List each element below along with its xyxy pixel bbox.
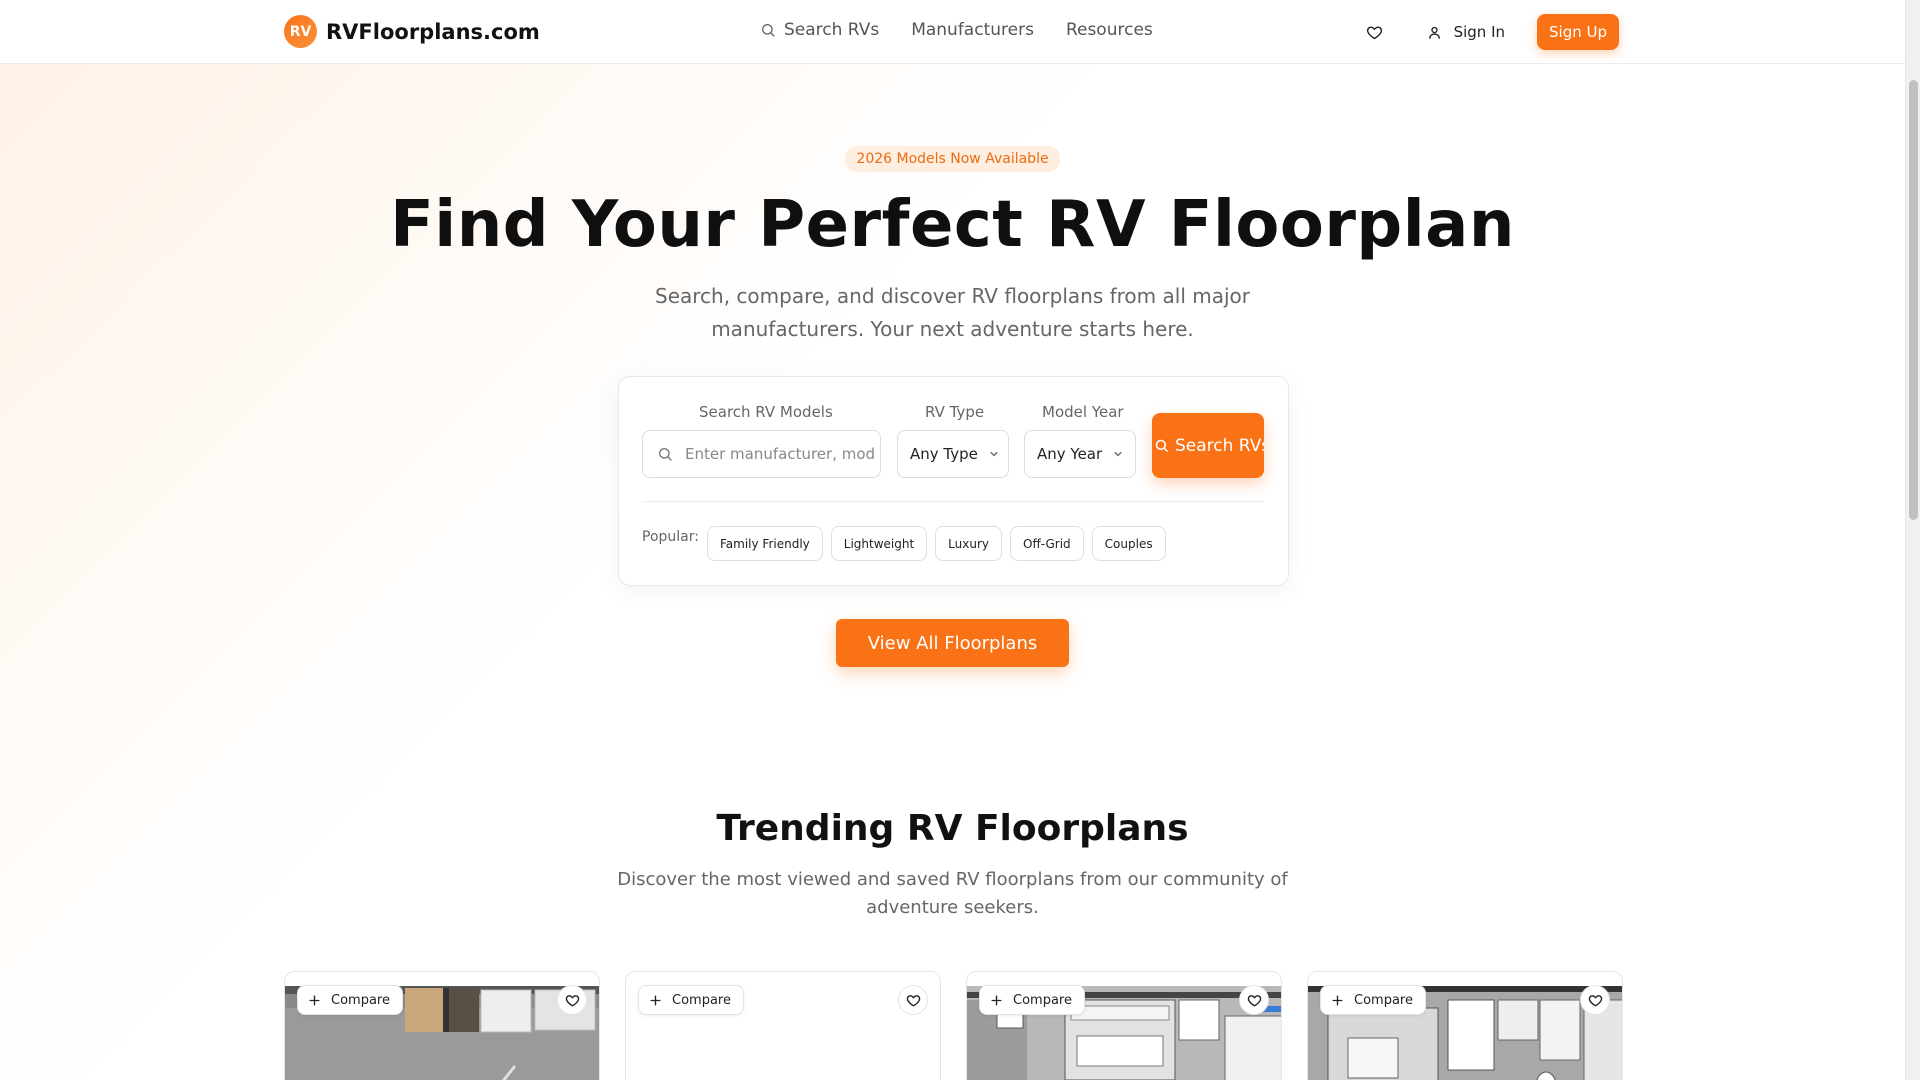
hero-subtitle-line: manufacturers. Your next adventure start… (711, 317, 1194, 341)
trending-title: Trending RV Floorplans (716, 808, 1189, 849)
main-nav: Search RVs Manufacturers Resources (760, 20, 1153, 40)
floorplan-card[interactable]: Compare (1307, 971, 1623, 1080)
heart-icon (906, 994, 920, 1006)
hero-subtitle-line: Search, compare, and discover RV floorpl… (655, 284, 1250, 308)
compare-label: Compare (1013, 992, 1072, 1008)
header-actions: Sign In Sign Up (1363, 14, 1619, 50)
search-button-label: Search RVs (1175, 435, 1264, 456)
search-rvs-button[interactable]: Search RVs (1152, 413, 1264, 478)
floorplan-card[interactable]: Compare (284, 971, 600, 1080)
logo-badge: RV (284, 15, 317, 48)
hero-title: Find Your Perfect RV Floorplan (390, 188, 1515, 262)
search-icon (659, 448, 672, 461)
type-label: RV Type (925, 403, 985, 421)
heart-icon (565, 994, 579, 1006)
nav-manufacturers[interactable]: Manufacturers (911, 20, 1034, 40)
search-icon (762, 24, 775, 37)
popular-tags: Family Friendly Lightweight Luxury Off-G… (707, 526, 1166, 561)
rv-type-select[interactable]: Any Type (897, 430, 1009, 478)
trending-cards: Compare Compare Compare Compare (284, 971, 1623, 1080)
plus-icon (1332, 994, 1343, 1006)
page-scrollbar[interactable] (1905, 0, 1920, 1080)
model-search-field[interactable] (642, 430, 881, 478)
popular-label: Popular: (642, 529, 699, 545)
model-search-input[interactable] (685, 445, 875, 463)
site-header: RV RVFloorplans.com Search RVs Manufactu… (0, 0, 1905, 64)
trending-subtitle: Discover the most viewed and saved RV fl… (0, 866, 1905, 922)
floorplan-card[interactable]: Compare (966, 971, 1282, 1080)
popular-tag-family-friendly[interactable]: Family Friendly (707, 526, 823, 561)
sign-in-button[interactable]: Sign In (1427, 23, 1505, 41)
plus-icon (650, 994, 661, 1006)
sign-up-button[interactable]: Sign Up (1537, 14, 1619, 50)
popular-tag-off-grid[interactable]: Off-Grid (1010, 526, 1084, 561)
compare-label: Compare (331, 992, 390, 1008)
model-year-select[interactable]: Any Year (1024, 430, 1136, 478)
nav-label: Search RVs (784, 20, 880, 40)
nav-label: Resources (1065, 20, 1153, 40)
nav-resources[interactable]: Resources (1066, 20, 1153, 40)
scrollbar-thumb[interactable] (1909, 80, 1918, 520)
plus-icon (991, 994, 1002, 1006)
year-label: Model Year (1042, 403, 1124, 421)
compare-label: Compare (1354, 992, 1413, 1008)
site-logo[interactable]: RV RVFloorplans.com (284, 15, 540, 48)
compare-label: Compare (672, 992, 731, 1008)
hero-subtitle: Search, compare, and discover RV floorpl… (0, 280, 1905, 346)
nav-search-rvs[interactable]: Search RVs (760, 20, 879, 40)
rv-type-value: Any Type (910, 445, 978, 463)
popular-tag-couples[interactable]: Couples (1091, 526, 1166, 561)
chevron-down-icon (990, 451, 998, 457)
chevron-down-icon (1114, 451, 1122, 457)
save-favorite-button[interactable] (1239, 985, 1269, 1015)
new-models-badge: 2026 Models Now Available (845, 146, 1060, 172)
trending-subtitle-line: Discover the most viewed and saved RV fl… (617, 869, 1288, 890)
view-all-floorplans-button[interactable]: View All Floorplans (836, 619, 1069, 667)
plus-icon (309, 994, 320, 1006)
search-card-divider (642, 501, 1264, 502)
sign-in-label: Sign In (1453, 23, 1505, 41)
popular-tag-luxury[interactable]: Luxury (935, 526, 1002, 561)
compare-button[interactable]: Compare (638, 985, 744, 1015)
logo-text: RVFloorplans.com (326, 19, 540, 44)
trending-subtitle-line: adventure seekers. (866, 897, 1039, 918)
popular-tag-lightweight[interactable]: Lightweight (830, 526, 928, 561)
search-icon (1155, 439, 1168, 452)
page: RV RVFloorplans.com Search RVs Manufactu… (0, 0, 1905, 1080)
compare-button[interactable]: Compare (979, 985, 1085, 1015)
nav-label: Manufacturers (911, 20, 1034, 40)
save-favorite-button[interactable] (557, 985, 587, 1015)
search-card: Search RV Models RV Type Model Year Any … (618, 376, 1289, 586)
heart-icon (1588, 994, 1602, 1006)
heart-icon (1367, 25, 1383, 39)
heart-icon (1247, 994, 1261, 1006)
favorites-button[interactable] (1363, 20, 1387, 44)
save-favorite-button[interactable] (1580, 985, 1610, 1015)
models-label: Search RV Models (699, 403, 833, 421)
model-year-value: Any Year (1037, 445, 1103, 463)
save-favorite-button[interactable] (898, 985, 928, 1015)
compare-button[interactable]: Compare (297, 985, 403, 1015)
floorplan-card[interactable]: Compare (625, 971, 941, 1080)
hero-badge-row: 2026 Models Now Available (0, 146, 1905, 172)
compare-button[interactable]: Compare (1320, 985, 1426, 1015)
user-icon (1428, 26, 1440, 39)
